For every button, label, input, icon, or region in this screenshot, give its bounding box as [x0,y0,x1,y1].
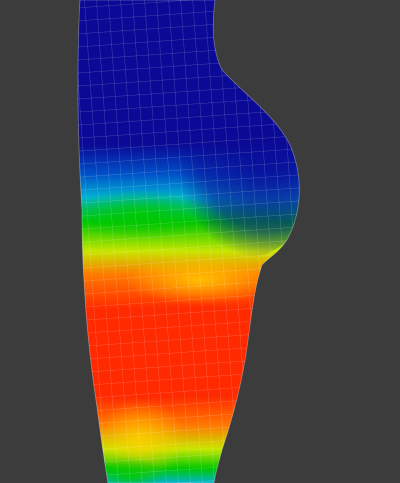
mesh-render[interactable] [0,0,400,483]
mesh-surface [78,0,300,483]
3d-viewport[interactable] [0,0,400,483]
